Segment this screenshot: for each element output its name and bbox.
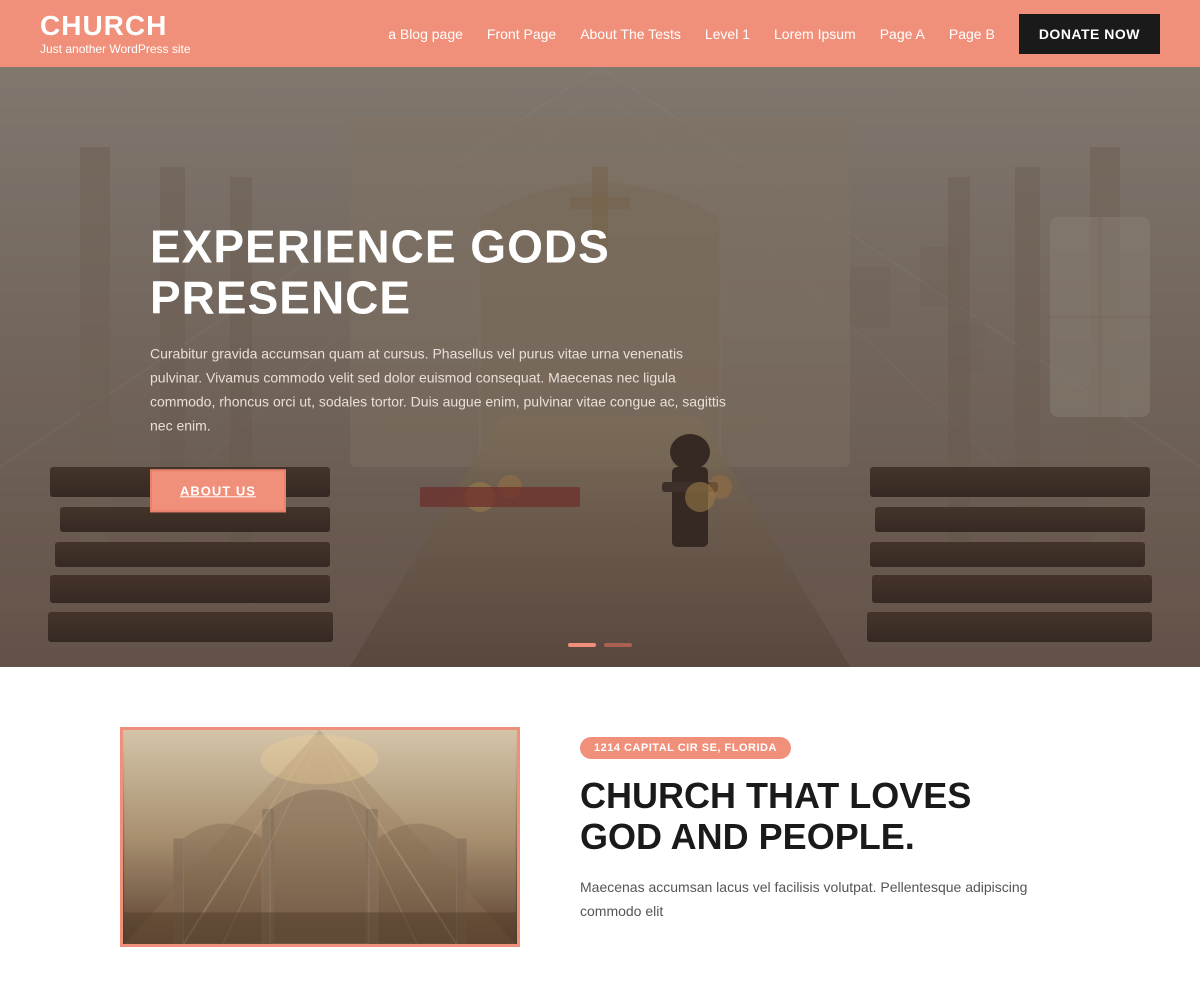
church-image-box bbox=[120, 727, 520, 947]
about-us-button[interactable]: ABOUT US bbox=[150, 470, 286, 513]
section-two-text: 1214 CAPITAL CIR SE, FLORIDA CHURCH THAT… bbox=[580, 727, 1080, 923]
main-nav: a Blog page Front Page About The Tests L… bbox=[388, 14, 1160, 54]
about-section: 1214 CAPITAL CIR SE, FLORIDA CHURCH THAT… bbox=[0, 667, 1200, 1007]
section-heading-line1: CHURCH THAT LOVES bbox=[580, 775, 971, 816]
location-badge: 1214 CAPITAL CIR SE, FLORIDA bbox=[580, 737, 791, 759]
slider-dot-2[interactable] bbox=[604, 643, 632, 647]
nav-lorem-ipsum[interactable]: Lorem Ipsum bbox=[774, 26, 856, 42]
section-heading: CHURCH THAT LOVES GOD AND PEOPLE. bbox=[580, 775, 1080, 858]
slider-dots bbox=[568, 643, 632, 647]
nav-blog[interactable]: a Blog page bbox=[388, 26, 463, 42]
nav-level1[interactable]: Level 1 bbox=[705, 26, 750, 42]
section-heading-line2: GOD AND PEOPLE. bbox=[580, 816, 915, 857]
hero-description: Curabitur gravida accumsan quam at cursu… bbox=[150, 343, 730, 438]
nav-about-tests[interactable]: About The Tests bbox=[580, 26, 681, 42]
logo-subtitle: Just another WordPress site bbox=[40, 42, 191, 56]
nav-page-b[interactable]: Page B bbox=[949, 26, 995, 42]
donate-button[interactable]: DONATE NOW bbox=[1019, 14, 1160, 54]
site-header: CHURCH Just another WordPress site a Blo… bbox=[0, 0, 1200, 67]
church-image bbox=[123, 730, 517, 944]
hero-content: EXPERIENCE GODS PRESENCE Curabitur gravi… bbox=[150, 221, 730, 512]
slider-dot-1[interactable] bbox=[568, 643, 596, 647]
hero-title: EXPERIENCE GODS PRESENCE bbox=[150, 221, 730, 322]
nav-page-a[interactable]: Page A bbox=[880, 26, 925, 42]
hero-section: EXPERIENCE GODS PRESENCE Curabitur gravi… bbox=[0, 67, 1200, 667]
logo[interactable]: CHURCH Just another WordPress site bbox=[40, 11, 191, 56]
nav-front-page[interactable]: Front Page bbox=[487, 26, 556, 42]
logo-title: CHURCH bbox=[40, 11, 191, 42]
